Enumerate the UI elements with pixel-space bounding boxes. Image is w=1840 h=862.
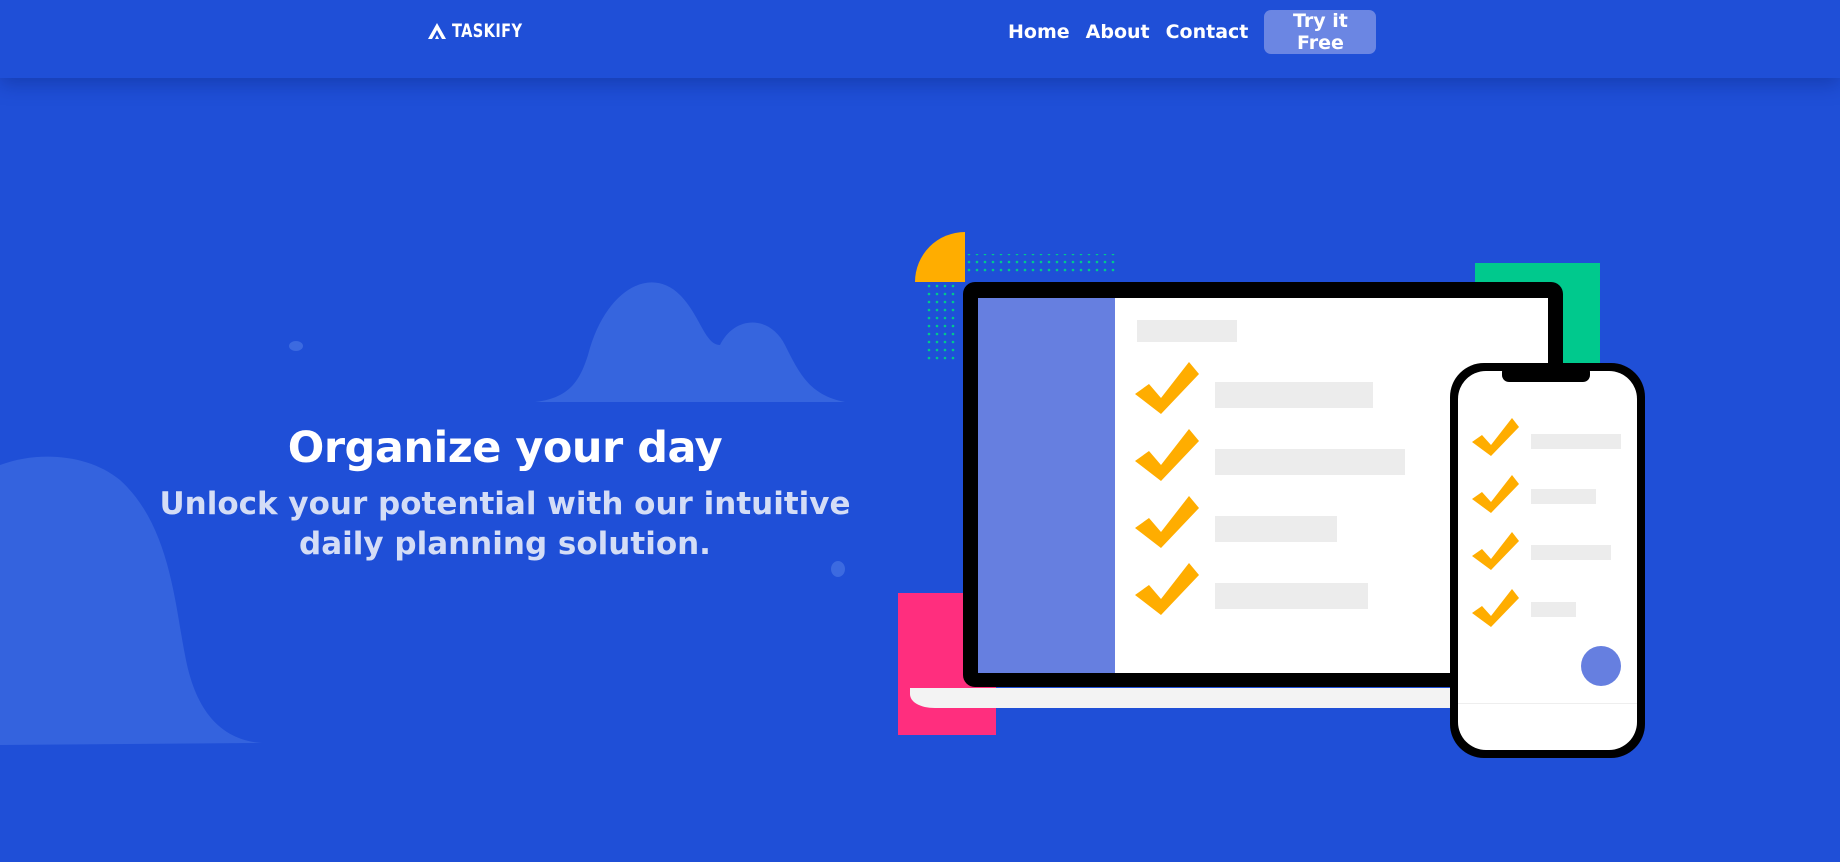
logo[interactable]: TASKIFY	[426, 18, 535, 44]
try-it-free-button[interactable]: Try it Free	[1264, 10, 1377, 54]
laptop-base	[910, 688, 1515, 708]
phone-fab-button	[1581, 646, 1621, 686]
navbar: TASKIFY Home About Contact Try it Free	[0, 0, 1840, 78]
logo-text: TASKIFY	[452, 20, 523, 42]
background-dot-1	[289, 341, 303, 351]
background-cloud-top	[535, 282, 845, 402]
main-nav: Home About Contact Try it Free	[1008, 10, 1377, 54]
nav-link-about[interactable]: About	[1086, 21, 1150, 43]
devices-illustration	[898, 232, 1645, 758]
phone	[1450, 363, 1645, 758]
orange-quarter-shape	[915, 232, 965, 282]
nav-link-home[interactable]: Home	[1008, 21, 1070, 43]
hero-subtitle: Unlock your potential with our intuitive…	[159, 486, 851, 562]
hero-title: Organize your day	[287, 423, 723, 473]
nav-link-contact[interactable]: Contact	[1166, 21, 1249, 43]
logo-icon	[428, 23, 446, 39]
hero-section: Organize your day Unlock your potential …	[120, 420, 890, 564]
